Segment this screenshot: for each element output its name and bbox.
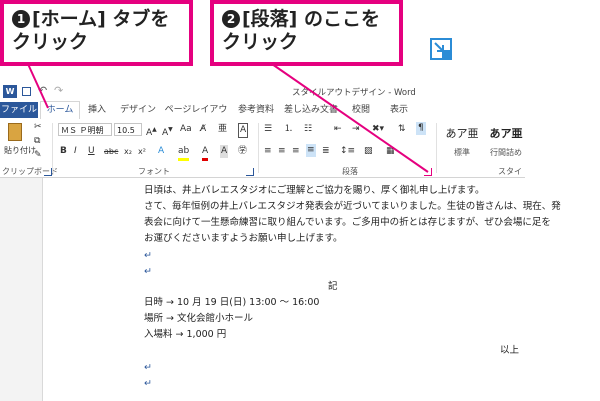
callout-pointers xyxy=(27,63,429,173)
